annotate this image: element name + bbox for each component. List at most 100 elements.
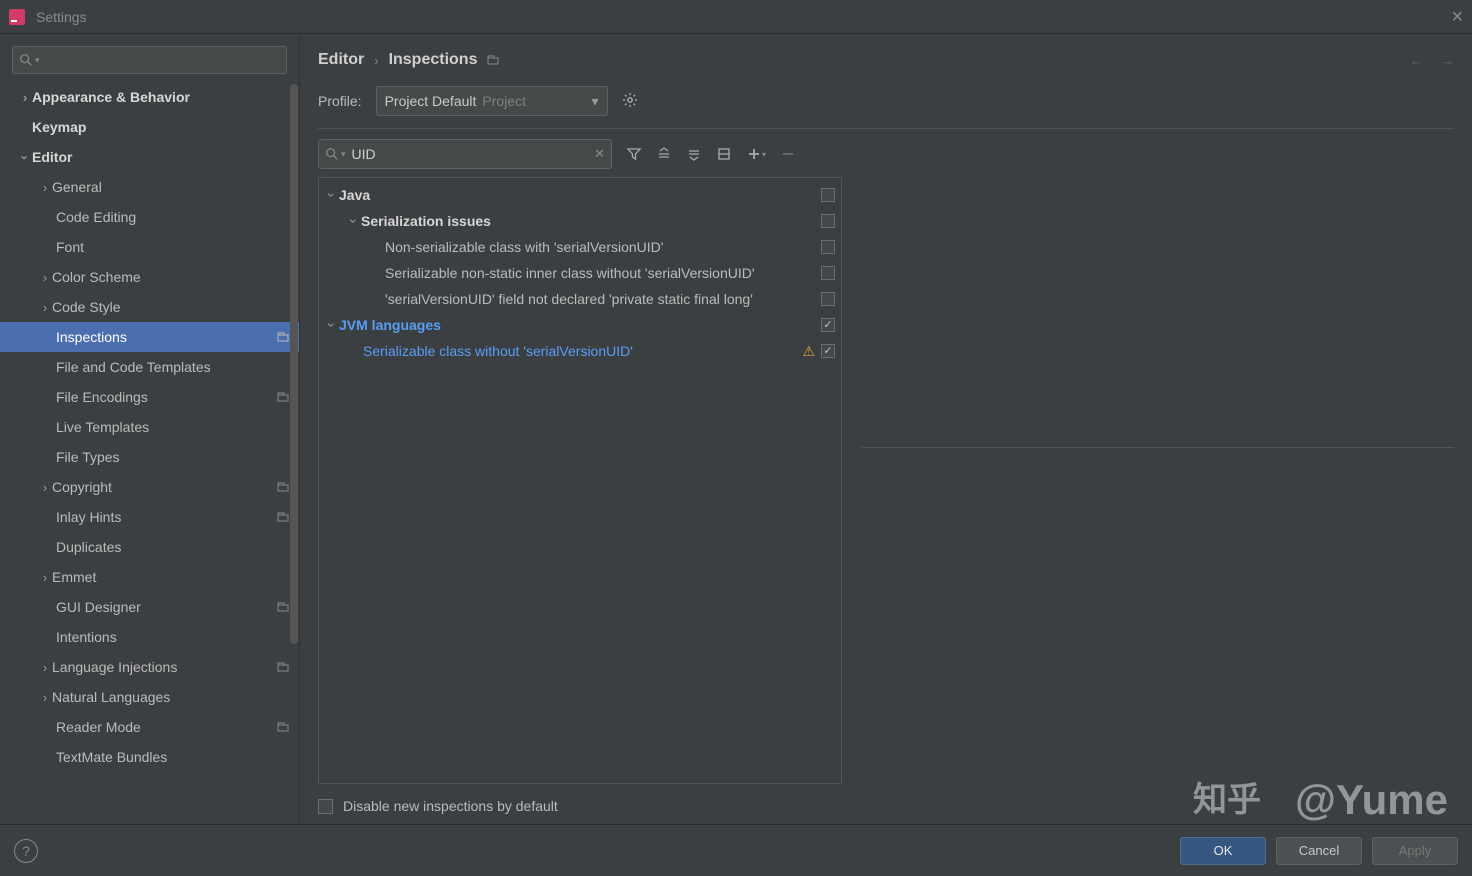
chevron-right-icon: ›: [38, 570, 52, 585]
chevron-down-icon: ›: [346, 214, 362, 228]
sidebar: ▾ ›Appearance & Behavior Keymap ›Editor …: [0, 34, 300, 824]
close-icon[interactable]: ✕: [1451, 7, 1464, 27]
gear-icon[interactable]: [622, 92, 638, 111]
checkbox[interactable]: [821, 344, 835, 358]
tree-font[interactable]: Font: [0, 232, 299, 262]
inspection-search[interactable]: ▾ ✕: [318, 139, 612, 169]
remove-icon[interactable]: [780, 146, 796, 162]
main-panel: Editor › Inspections ← → Profile: Projec…: [300, 34, 1472, 824]
checkbox[interactable]: [821, 292, 835, 306]
tree-intentions[interactable]: Intentions: [0, 622, 299, 652]
chevron-right-icon: ›: [38, 690, 52, 705]
expand-all-icon[interactable]: [656, 146, 672, 162]
insp-item-3[interactable]: 'serialVersionUID' field not declared 'p…: [319, 286, 841, 312]
insp-jvm[interactable]: ›JVM languages: [319, 312, 841, 338]
project-marker-icon: [277, 662, 289, 672]
divider: [862, 447, 1454, 448]
project-marker-icon: [487, 55, 499, 65]
help-icon[interactable]: ?: [14, 839, 38, 863]
disable-checkbox[interactable]: [318, 799, 333, 814]
insp-item-2[interactable]: Serializable non-static inner class with…: [319, 260, 841, 286]
ok-button[interactable]: OK: [1180, 837, 1266, 865]
checkbox[interactable]: [821, 214, 835, 228]
project-marker-icon: [277, 332, 289, 342]
tree-file-code-templates[interactable]: File and Code Templates: [0, 352, 299, 382]
tree-color-scheme[interactable]: ›Color Scheme: [0, 262, 299, 292]
titlebar: Settings ✕: [0, 0, 1472, 34]
collapse-all-icon[interactable]: [686, 146, 702, 162]
sidebar-search-input[interactable]: [44, 53, 280, 68]
settings-tree: ›Appearance & Behavior Keymap ›Editor ›G…: [0, 82, 299, 824]
chevron-right-icon: ›: [38, 660, 52, 675]
footer: ? OK Cancel Apply: [0, 824, 1472, 876]
disable-new-inspections-row: Disable new inspections by default: [318, 784, 1454, 824]
insp-item-1[interactable]: Non-serializable class with 'serialVersi…: [319, 234, 841, 260]
chevron-right-icon: ›: [38, 300, 52, 315]
checkbox[interactable]: [821, 318, 835, 332]
tree-code-editing[interactable]: Code Editing: [0, 202, 299, 232]
tree-file-types[interactable]: File Types: [0, 442, 299, 472]
tree-language-injections[interactable]: ›Language Injections: [0, 652, 299, 682]
chevron-down-icon: ›: [324, 318, 340, 332]
chevron-right-icon: ›: [18, 90, 32, 105]
search-icon: [19, 53, 33, 67]
inspection-detail: [862, 177, 1454, 784]
filter-icon[interactable]: [626, 146, 642, 162]
divider: [318, 128, 1454, 129]
tree-inspections[interactable]: Inspections: [0, 322, 299, 352]
breadcrumb-separator: ›: [374, 53, 378, 68]
tree-general[interactable]: ›General: [0, 172, 299, 202]
tree-reader-mode[interactable]: Reader Mode: [0, 712, 299, 742]
tree-editor[interactable]: ›Editor: [0, 142, 299, 172]
apply-button[interactable]: Apply: [1372, 837, 1458, 865]
warning-icon: ⚠: [802, 343, 815, 360]
tree-live-templates[interactable]: Live Templates: [0, 412, 299, 442]
inspection-tree: ›Java ›Serialization issues Non-serializ…: [318, 177, 842, 784]
nav-forward-icon[interactable]: →: [1441, 53, 1454, 68]
insp-java[interactable]: ›Java: [319, 182, 841, 208]
tree-code-style[interactable]: ›Code Style: [0, 292, 299, 322]
tree-inlay-hints[interactable]: Inlay Hints: [0, 502, 299, 532]
profile-name: Project Default: [385, 93, 477, 109]
tree-duplicates[interactable]: Duplicates: [0, 532, 299, 562]
search-dropdown-icon[interactable]: ▾: [35, 55, 40, 66]
nav-back-icon[interactable]: ←: [1410, 53, 1423, 68]
breadcrumb-root[interactable]: Editor: [318, 51, 364, 69]
tree-file-encodings[interactable]: File Encodings: [0, 382, 299, 412]
chevron-down-icon: ›: [18, 150, 33, 164]
sidebar-search[interactable]: ▾: [12, 46, 287, 74]
search-icon: [325, 147, 339, 161]
project-marker-icon: [277, 722, 289, 732]
checkbox[interactable]: [821, 240, 835, 254]
checkbox[interactable]: [821, 188, 835, 202]
insp-serialization[interactable]: ›Serialization issues: [319, 208, 841, 234]
tree-keymap[interactable]: Keymap: [0, 112, 299, 142]
toolbar: ▾ ✕ ▾: [318, 139, 1454, 169]
app-icon: [8, 8, 26, 26]
add-icon[interactable]: ▾: [746, 146, 766, 162]
project-marker-icon: [277, 512, 289, 522]
chevron-right-icon: ›: [38, 270, 52, 285]
inspection-search-input[interactable]: [352, 146, 595, 162]
chevron-right-icon: ›: [38, 180, 52, 195]
tree-emmet[interactable]: ›Emmet: [0, 562, 299, 592]
tree-textmate-bundles[interactable]: TextMate Bundles: [0, 742, 299, 772]
cancel-button[interactable]: Cancel: [1276, 837, 1362, 865]
profile-row: Profile: Project Default Project ▾: [318, 86, 1454, 116]
profile-dropdown[interactable]: Project Default Project ▾: [376, 86, 608, 116]
breadcrumb-current: Inspections: [389, 51, 478, 69]
tree-appearance-behavior[interactable]: ›Appearance & Behavior: [0, 82, 299, 112]
profile-label: Profile:: [318, 93, 362, 109]
tree-copyright[interactable]: ›Copyright: [0, 472, 299, 502]
reset-icon[interactable]: [716, 146, 732, 162]
project-marker-icon: [277, 392, 289, 402]
clear-icon[interactable]: ✕: [594, 146, 605, 162]
chevron-down-icon: ›: [324, 188, 340, 202]
search-dropdown-icon[interactable]: ▾: [341, 149, 346, 160]
scrollbar-thumb[interactable]: [290, 84, 298, 644]
insp-item-4[interactable]: Serializable class without 'serialVersio…: [319, 338, 841, 364]
chevron-right-icon: ›: [38, 480, 52, 495]
tree-gui-designer[interactable]: GUI Designer: [0, 592, 299, 622]
checkbox[interactable]: [821, 266, 835, 280]
tree-natural-languages[interactable]: ›Natural Languages: [0, 682, 299, 712]
